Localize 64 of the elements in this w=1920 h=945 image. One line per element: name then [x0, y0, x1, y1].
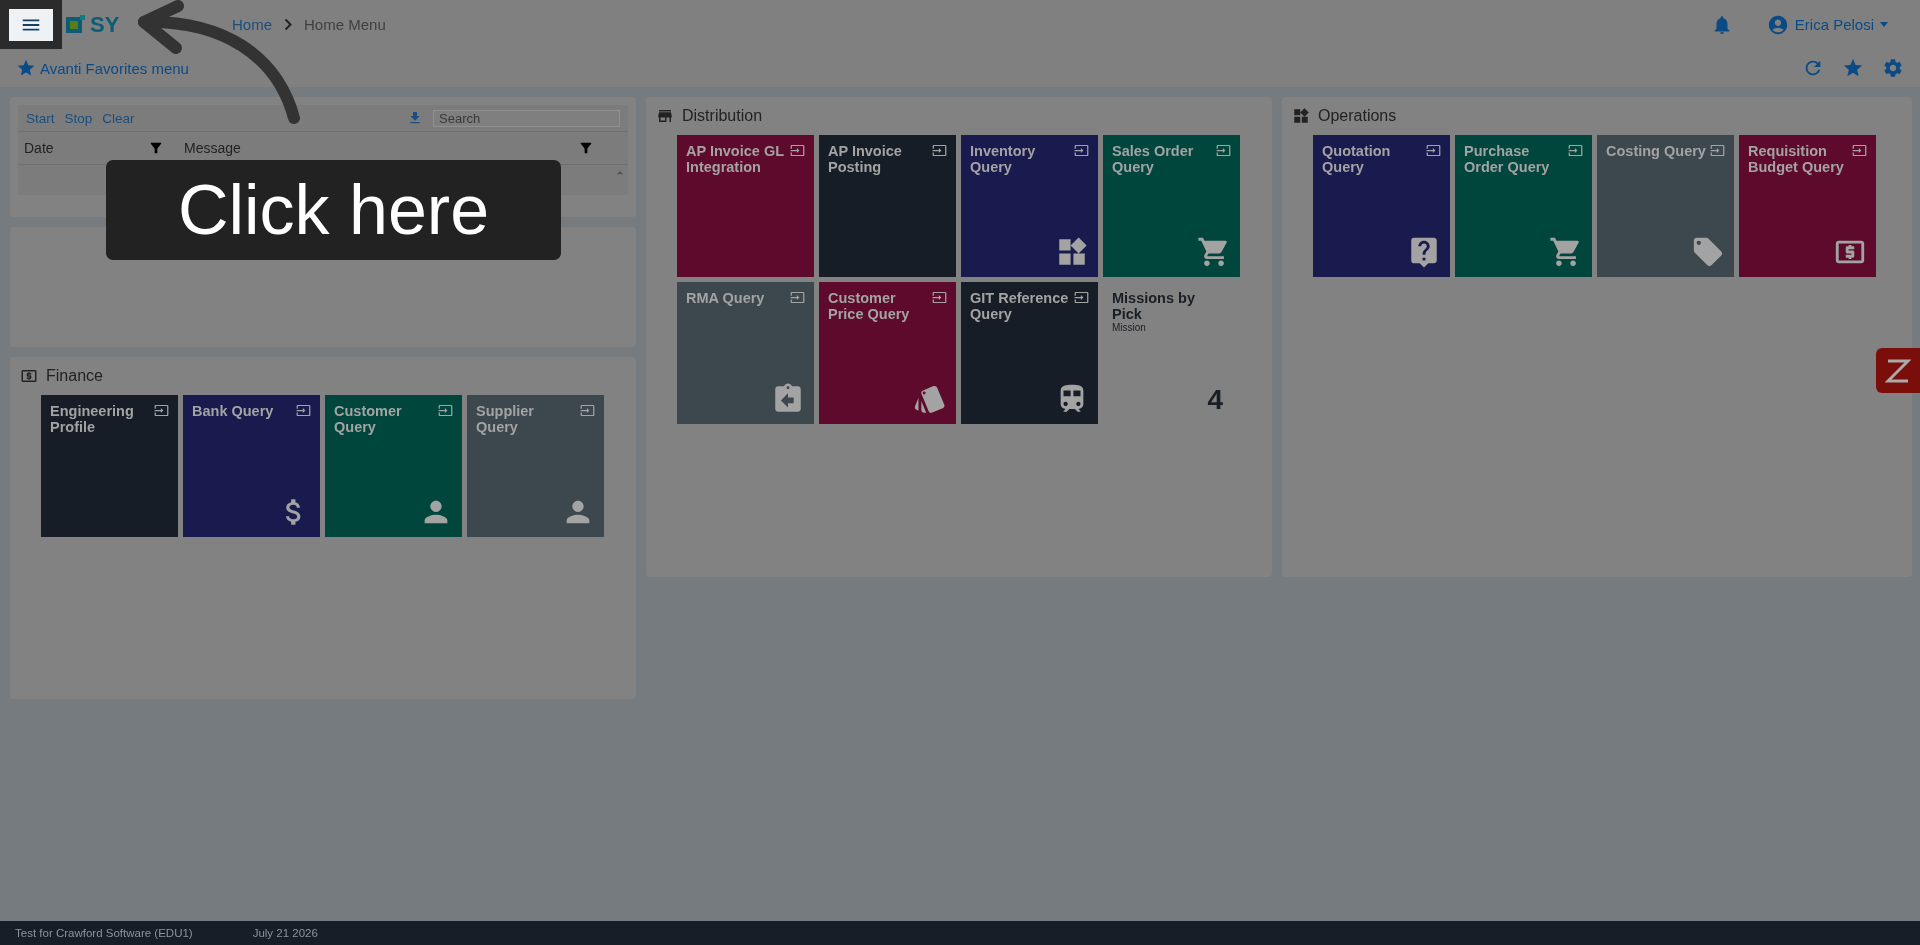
menu-tile[interactable]: Inventory Query — [961, 135, 1098, 277]
logo-text: SY — [90, 11, 120, 38]
open-icon — [1852, 143, 1867, 158]
menu-tile[interactable]: Bank Query — [183, 395, 320, 537]
menu-tile[interactable]: Costing Query — [1597, 135, 1734, 277]
open-icon — [932, 143, 947, 158]
expand-button[interactable] — [1876, 348, 1920, 393]
filter-icon — [148, 140, 164, 156]
count: 4 — [1207, 384, 1223, 416]
menu-tile[interactable]: GIT Reference Query — [961, 282, 1098, 424]
menu-tile[interactable]: AP Invoice GL Integration — [677, 135, 814, 277]
status-date: July 21 2026 — [252, 927, 318, 939]
user-menu[interactable]: Erica Pelosi — [1760, 12, 1894, 37]
panel-title: Finance — [46, 367, 103, 385]
breadcrumb-current: Home Menu — [304, 16, 386, 33]
filter-icon — [578, 140, 594, 156]
panel-title: Distribution — [682, 107, 763, 125]
chevron-icon — [284, 18, 292, 31]
company-name: Test for Crawford Software (EDU1) — [15, 927, 193, 939]
user-icon — [1766, 13, 1789, 36]
favorite-button[interactable] — [1842, 57, 1864, 79]
logo-icon — [66, 14, 86, 35]
download-button[interactable] — [407, 110, 423, 126]
open-icon — [1710, 143, 1725, 158]
open-icon — [932, 290, 947, 305]
menu-tile[interactable]: Purchase Order Query — [1455, 135, 1592, 277]
open-icon — [790, 143, 805, 158]
menu-tile[interactable]: Quotation Query — [1313, 135, 1450, 277]
open-icon — [438, 403, 453, 418]
panel-title: Operations — [1318, 107, 1397, 125]
menu-tile[interactable]: Sales Order Query — [1103, 135, 1240, 277]
open-icon — [1568, 143, 1583, 158]
menu-tile[interactable]: Supplier Query — [467, 395, 604, 537]
callout: Click here — [106, 160, 561, 260]
search-field[interactable]: Search — [433, 109, 620, 127]
favorites-link[interactable]: Avanti Favorites menu — [40, 59, 189, 77]
open-icon — [154, 403, 169, 418]
tile-subtitle: Mission — [1112, 322, 1146, 333]
tag-icon — [1691, 235, 1725, 269]
open-icon — [580, 403, 595, 418]
breadcrumb-link[interactable]: Home — [232, 16, 272, 33]
open-icon — [1074, 290, 1089, 305]
open-icon — [790, 290, 805, 305]
open-icon — [1074, 143, 1089, 158]
open-icon — [1426, 143, 1441, 158]
open-icon — [1216, 143, 1231, 158]
column-header: Date — [23, 140, 55, 156]
menu-tile[interactable]: Customer Price Query — [819, 282, 956, 424]
shapes-icon — [1292, 107, 1310, 125]
menu-tile[interactable]: RMA Query — [677, 282, 814, 424]
column-header: Message — [183, 140, 242, 156]
store-icon — [656, 107, 674, 125]
menu-tile[interactable]: Requisition Budget Query — [1739, 135, 1876, 277]
banknote-icon — [20, 367, 38, 385]
caret-icon — [1880, 22, 1888, 27]
menu-tile[interactable]: Customer Query — [325, 395, 462, 537]
menu-tile[interactable]: Engineering Profile — [41, 395, 178, 537]
settings-button[interactable] — [1882, 57, 1904, 79]
menu-tile[interactable]: AP Invoice Posting — [819, 135, 956, 277]
star-icon — [16, 58, 36, 78]
expand-icon — [1885, 357, 1911, 384]
menu-button[interactable] — [0, 0, 62, 50]
open-icon — [296, 403, 311, 418]
tile-title: Missions by Pick — [1112, 290, 1196, 322]
